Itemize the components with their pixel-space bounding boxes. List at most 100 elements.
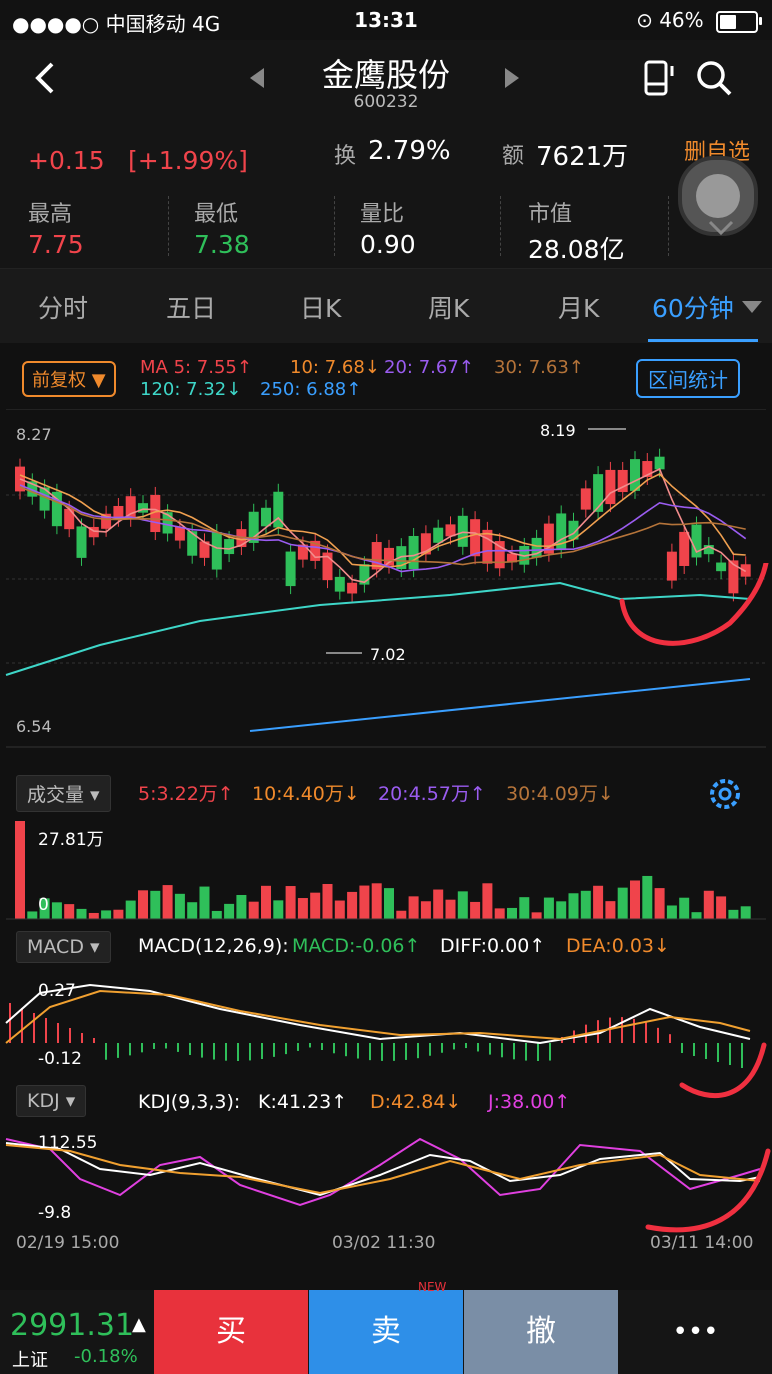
trough-label: 7.02 [370,645,406,664]
candle [470,519,481,557]
chevron-down-icon[interactable] [708,220,734,236]
volume-bar [162,885,173,919]
candle [482,529,493,564]
dropdown-icon[interactable] [742,301,762,313]
tab-intraday[interactable]: 分时 [38,289,88,325]
volume-bar [101,910,112,919]
low-label: 最低 [194,202,239,227]
kdj-min-label: -9.8 [38,1203,72,1223]
d-value: D:42.84↓ [370,1091,462,1113]
peak-label: 8.19 [540,421,576,440]
ma5-label: MA 5: 7.55↑ [140,357,252,378]
candle [334,576,345,592]
volume-zero-label: 0 [38,895,49,915]
volume-bar [445,899,456,919]
volume-bar [359,885,370,919]
volume-bar [494,908,505,919]
date-label: 02/19 15:00 [16,1233,120,1253]
ma250-label: 250: 6.88↑ [260,379,362,400]
volume-bar [187,902,198,919]
battery-status: ⊙ 46% [636,8,762,33]
volume-bar [236,894,247,919]
ma20-label: 20: 7.67↑ [384,357,474,378]
volume-bar [347,891,358,919]
volume-bar [580,890,591,919]
cancel-order-button[interactable]: 撤 [464,1290,618,1374]
market-cap-value: 28.08亿 [528,235,625,264]
macd-max-label: 0.27 [38,981,76,1001]
index-value[interactable]: 2991.31 [10,1308,134,1343]
volume-ratio-value: 0.90 [360,230,416,259]
volume-bar [507,907,517,919]
volume-bar [76,908,87,919]
volume-bar [113,909,124,919]
kdj-dropdown[interactable]: KDJ ▾ [16,1085,87,1117]
high-label: 最高 [28,202,73,227]
adjust-dropdown[interactable]: 前复权 ▼ [22,361,116,397]
volume-bar [482,883,493,919]
macd-min-label: -0.12 [38,1049,82,1069]
macd-value: MACD:-0.06↑ [292,935,421,957]
date-label: 03/02 11:30 [332,1233,436,1253]
trade-icon[interactable] [640,58,680,98]
tab-weekly-k[interactable]: 周K [428,289,469,325]
battery-icon [716,10,762,33]
divider [168,196,170,256]
divider [668,196,670,256]
bottom-bar: 2991.31 ▲ 上证 -0.18% 买 卖 撤 ••• NEW [0,1280,772,1374]
candle [174,526,185,541]
candle [494,541,505,569]
market-cap-label: 市值 [528,202,573,227]
vol20-label: 20:4.57万↑ [378,783,486,805]
volume-bar [371,883,382,919]
candle [580,488,591,510]
period-tabs: 分时 五日 日K 周K 月K 60分钟 [0,268,772,344]
volume-bar [543,897,554,919]
candle [433,527,444,543]
tab-60min[interactable]: 60分钟 [652,289,734,325]
tab-indicator [648,339,758,342]
volume-bar [138,890,148,919]
volume-bar [51,902,62,919]
macd-params: MACD(12,26,9): [138,935,289,957]
volume-bar [568,893,579,919]
index-change: -0.18% [74,1346,138,1367]
kdj-max-label: 112.55 [38,1133,98,1153]
vol10-label: 10:4.40万↓ [252,783,360,805]
volume-bar [285,886,296,919]
volume-bar [470,901,481,919]
candle [457,515,468,547]
high-value: 7.75 [28,230,84,259]
new-badge: NEW [418,1280,447,1294]
vol5-label: 5:3.22万↑ [138,783,234,805]
next-stock-icon[interactable] [505,68,519,88]
volume-dropdown[interactable]: 成交量 ▾ [16,775,111,812]
candle [224,539,235,555]
sell-button[interactable]: 卖 [309,1290,463,1374]
macd-dropdown[interactable]: MACD ▾ [16,931,111,963]
volume-bar [297,898,308,919]
kdj-params: KDJ(9,3,3): [138,1091,241,1113]
candle [347,582,358,594]
candle [285,551,296,587]
volume-ratio-label: 量比 [360,202,405,227]
volume-bar [64,904,75,919]
volume-bar [15,821,25,919]
volume-bar [174,893,185,919]
more-button[interactable]: ••• [619,1290,772,1374]
search-icon[interactable] [694,58,734,98]
volume-bar [433,889,444,919]
tab-monthly-k[interactable]: 月K [558,289,599,325]
volume-bar [519,897,530,919]
volume-bar [88,912,99,919]
nav-bar: 金鹰股份 600232 [0,40,772,120]
volume-bar [125,900,136,919]
candle [679,531,690,566]
range-stats-button[interactable]: 区间统计 [636,359,740,398]
tab-daily-k[interactable]: 日K [300,289,341,325]
volume-bar [457,891,468,919]
quote-panel: +0.15 [+1.99%] 换 2.79% 额 7621万 删自选 最高 7.… [0,120,772,268]
volume-bar [224,903,235,919]
buy-button[interactable]: 买 [154,1290,308,1374]
tab-five-day[interactable]: 五日 [166,289,216,325]
